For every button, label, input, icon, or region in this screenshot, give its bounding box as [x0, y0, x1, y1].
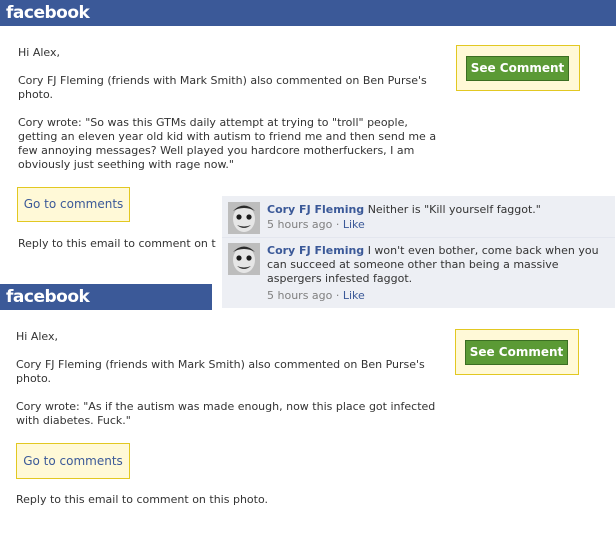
comment-meta: 5 hours ago · Like	[267, 289, 605, 303]
go-to-comments-button[interactable]: Go to comments	[16, 443, 130, 479]
email-body: Hi Alex, Cory FJ Fleming (friends with M…	[16, 330, 436, 442]
facebook-logo: facebook	[6, 3, 90, 23]
comment-author-link[interactable]: Cory FJ Fleming	[267, 244, 364, 257]
meta-separator: ·	[332, 218, 343, 231]
comment-line: Cory FJ Fleming Neither is "Kill yoursel…	[267, 203, 605, 217]
facebook-logo: facebook	[6, 287, 90, 307]
facebook-header: facebook	[0, 284, 212, 310]
comment-meta: 5 hours ago · Like	[267, 218, 605, 232]
comment-author-link[interactable]: Cory FJ Fleming	[267, 203, 364, 216]
meta-separator: ·	[332, 289, 343, 302]
comment-text: Neither is "Kill yourself faggot."	[367, 203, 541, 216]
comment-quote: Cory wrote: "So was this GTMs daily atte…	[18, 116, 437, 171]
like-link[interactable]: Like	[343, 289, 365, 302]
notification-text: Cory FJ Fleming (friends with Mark Smith…	[16, 358, 425, 385]
comment-line: Cory FJ Fleming I won't even bother, com…	[267, 244, 605, 286]
greeting: Hi Alex,	[18, 46, 60, 59]
avatar-face-icon	[228, 202, 260, 234]
reply-instructions: Reply to this email to comment on this p…	[16, 493, 268, 506]
go-to-comments-button[interactable]: Go to comments	[17, 187, 130, 222]
like-link[interactable]: Like	[343, 218, 365, 231]
facebook-header: facebook	[0, 0, 616, 26]
see-comment-button[interactable]: See Comment	[466, 56, 569, 81]
reply-instructions: Reply to this email to comment on t	[18, 237, 216, 250]
see-comment-button[interactable]: See Comment	[465, 340, 568, 365]
notification-text: Cory FJ Fleming (friends with Mark Smith…	[18, 74, 427, 101]
comment-time: 5 hours ago	[267, 289, 333, 302]
avatar-face-icon	[228, 243, 260, 275]
comment-time: 5 hours ago	[267, 218, 333, 231]
comment-thread: Cory FJ Fleming Neither is "Kill yoursel…	[222, 196, 615, 308]
comment-content: Cory FJ Fleming I won't even bother, com…	[267, 244, 605, 303]
greeting: Hi Alex,	[16, 330, 58, 343]
comment-item: Cory FJ Fleming I won't even bother, com…	[222, 239, 615, 308]
comment-quote: Cory wrote: "As if the autism was made e…	[16, 400, 436, 427]
notification-email-2: facebook Hi Alex, Cory FJ Fleming (frien…	[0, 284, 616, 540]
comment-item: Cory FJ Fleming Neither is "Kill yoursel…	[222, 196, 615, 238]
comment-content: Cory FJ Fleming Neither is "Kill yoursel…	[267, 203, 605, 232]
avatar[interactable]	[228, 243, 260, 275]
avatar[interactable]	[228, 202, 260, 234]
email-body: Hi Alex, Cory FJ Fleming (friends with M…	[18, 46, 438, 186]
